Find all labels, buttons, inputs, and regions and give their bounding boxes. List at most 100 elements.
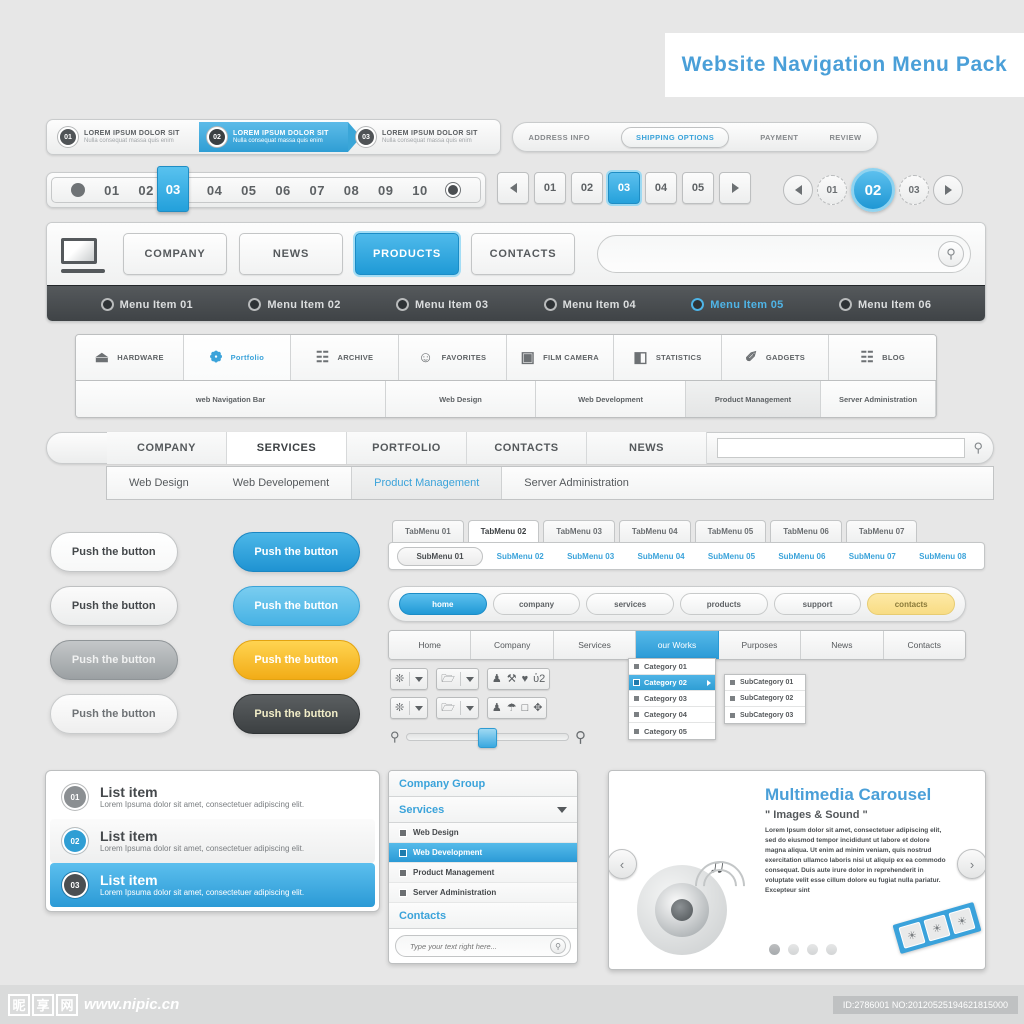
person-icon[interactable]: ♟	[492, 673, 502, 685]
hmenu-subitem[interactable]: Product Management	[351, 467, 503, 499]
pagination-page[interactable]: 04	[207, 183, 222, 198]
nav-button-contacts[interactable]: CONTACTS	[471, 233, 575, 275]
subcategory-item[interactable]: SubCategory 02	[725, 691, 805, 707]
tab-menu-tab[interactable]: TabMenu 04	[618, 520, 691, 542]
checkout-step[interactable]: SHIPPING OPTIONS	[621, 126, 730, 148]
sidebar-services-header[interactable]: Services	[389, 797, 577, 823]
hmenu-item[interactable]: COMPANY	[107, 432, 227, 464]
carousel-dot[interactable]	[788, 944, 799, 955]
checkout-step[interactable]: REVIEW	[829, 133, 861, 142]
tab-menu-subitem[interactable]: SubMenu 07	[839, 552, 905, 561]
pill-tab[interactable]: support	[773, 593, 862, 615]
hmenu-subitem[interactable]: Server Administration	[502, 467, 651, 499]
tab-menu-tab[interactable]: TabMenu 02	[467, 520, 540, 542]
last-page-icon[interactable]	[446, 183, 461, 197]
folder-dropdown-2[interactable]: 🗁	[436, 697, 479, 719]
submenu-item[interactable]: Menu Item 01	[100, 298, 193, 311]
hmenu-item[interactable]: SERVICES	[227, 432, 347, 464]
pagination-page[interactable]: 03	[608, 172, 640, 204]
pagination-page[interactable]: 06	[275, 183, 290, 198]
breadcrumb-step[interactable]: 01 LOREM IPSUM DOLOR SIT Nulla consequat m…	[50, 122, 199, 152]
grey-tab[interactable]: Contacts	[883, 631, 965, 659]
shirt-icon[interactable]: ♟	[492, 702, 502, 714]
pagination-page[interactable]: 10	[412, 183, 427, 198]
category-item[interactable]: Category 01	[629, 659, 715, 675]
zoom-slider[interactable]: ⚲ ⚲	[390, 726, 586, 748]
grey-tab[interactable]: Purposes	[718, 631, 802, 659]
tab-menu-tab[interactable]: TabMenu 05	[694, 520, 767, 542]
carousel-dot[interactable]	[807, 944, 818, 955]
pagination-page[interactable]: 02	[571, 172, 603, 204]
checkout-step[interactable]: ADDRESS INFO	[529, 133, 590, 142]
pill-tab[interactable]: home	[399, 593, 487, 615]
tab-menu-subitem[interactable]: SubMenu 02	[487, 552, 553, 561]
category-item[interactable]: Category 02	[629, 675, 715, 691]
icon-tab[interactable]: ❁ Portfolio	[183, 335, 292, 380]
icon-tab[interactable]: ☺ FAVORITES	[398, 335, 507, 380]
push-button[interactable]: Push the button	[232, 586, 360, 626]
search-icon[interactable]: ⚲	[550, 938, 566, 954]
slider-track[interactable]	[405, 728, 569, 748]
grey-tab[interactable]: Services	[553, 631, 637, 659]
hmenu-item[interactable]: NEWS	[587, 432, 707, 464]
push-button[interactable]: Push the button	[50, 640, 178, 680]
zoom-out-icon[interactable]: ⚲	[390, 729, 400, 745]
push-button[interactable]: Push the button	[232, 532, 360, 572]
subcategory-item[interactable]: SubCategory 03	[725, 707, 805, 723]
heart-icon[interactable]: ♥	[522, 673, 529, 685]
tab-menu-subitem[interactable]: SubMenu 08	[910, 552, 976, 561]
expand-icon[interactable]: ✥	[533, 702, 542, 714]
hmenu-subitem[interactable]: Web Design	[107, 467, 211, 499]
category-item[interactable]: Category 03	[629, 691, 715, 707]
pagination-page[interactable]: 05	[241, 183, 256, 198]
category-item[interactable]: Category 04	[629, 707, 715, 723]
horizontal-menu-search[interactable]: ⚲	[707, 438, 993, 458]
sidebar-contacts-header[interactable]: Contacts	[389, 903, 577, 929]
sidebar-group-title[interactable]: Company Group	[389, 771, 577, 797]
pagination-page[interactable]: 01	[104, 183, 119, 198]
nav-button-news[interactable]: NEWS	[239, 233, 343, 275]
grey-tab[interactable]: our Works	[636, 631, 719, 659]
grey-tab[interactable]: Home	[389, 631, 472, 659]
push-button[interactable]: Push the button	[232, 694, 360, 734]
sidebar-item[interactable]: Server Administration	[389, 883, 577, 903]
nav-button-products[interactable]: PRODUCTS	[355, 233, 459, 275]
tab-menu-tab[interactable]: TabMenu 03	[543, 520, 615, 542]
icon-subtab[interactable]: Server Administration	[821, 381, 936, 417]
icon-subtab[interactable]: Product Management	[686, 381, 821, 417]
list-item[interactable]: 01 List item Lorem Ipsuma dolor sit amet, …	[50, 775, 375, 819]
pagination-page[interactable]: 04	[645, 172, 677, 204]
key-icon[interactable]: ⚒	[507, 673, 517, 685]
icon-subtab[interactable]: Web Development	[536, 381, 686, 417]
breadcrumb-step[interactable]: 03 LOREM IPSUM DOLOR SIT Nulla consequat m…	[348, 122, 497, 152]
push-button[interactable]: Push the button	[232, 640, 360, 680]
sidebar-item[interactable]: Web Development	[389, 843, 577, 863]
pin-icon[interactable]: ☂	[507, 702, 517, 714]
submenu-item[interactable]: Menu Item 02	[248, 298, 340, 311]
icon-tab[interactable]: ▣ FILM CAMERA	[506, 335, 615, 380]
submenu-item[interactable]: Menu Item 03	[395, 298, 488, 311]
sidebar-item[interactable]: Product Management	[389, 863, 577, 883]
gear-dropdown-2[interactable]: ❊	[390, 697, 429, 719]
subcategory-item[interactable]: SubCategory 01	[725, 675, 805, 691]
pagination-next-button[interactable]	[933, 175, 963, 205]
search-icon[interactable]: ⚲	[973, 440, 983, 456]
tab-menu-tab[interactable]: TabMenu 01	[392, 520, 464, 542]
pill-tab[interactable]: company	[492, 593, 581, 615]
push-button[interactable]: Push the button	[50, 694, 178, 734]
folder-dropdown-1[interactable]: 🗁	[436, 668, 479, 690]
pagination-page[interactable]: 05	[682, 172, 714, 204]
push-button[interactable]: Push the button	[50, 532, 178, 572]
pagination-page[interactable]: 02	[851, 168, 895, 212]
pagination-page[interactable]: 07	[310, 183, 325, 198]
gear-dropdown-1[interactable]: ❊	[390, 668, 429, 690]
tab-menu-tab[interactable]: TabMenu 06	[770, 520, 842, 542]
pagination-page[interactable]: 08	[344, 183, 359, 198]
slider-handle[interactable]	[477, 728, 497, 748]
main-nav-search-input[interactable]	[614, 247, 938, 261]
pagination-prev-button[interactable]	[497, 172, 529, 204]
tab-menu-subitem[interactable]: SubMenu 06	[769, 552, 835, 561]
tab-menu-subitem[interactable]: SubMenu 01	[397, 546, 483, 566]
pill-tab[interactable]: products	[680, 593, 768, 615]
pagination-page[interactable]: 01	[534, 172, 566, 204]
